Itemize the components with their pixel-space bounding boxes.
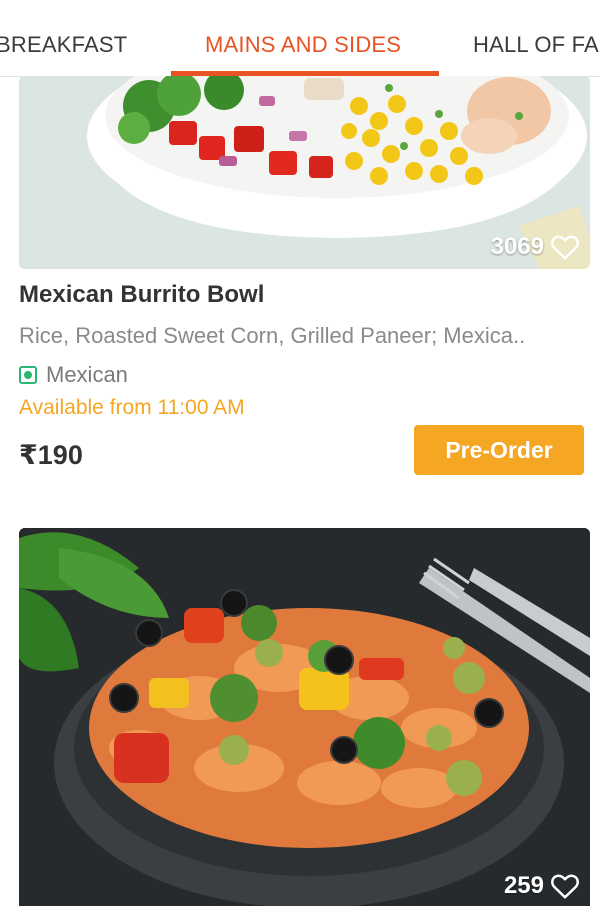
dish-title[interactable]: Mexican Burrito Bowl — [19, 281, 264, 309]
likes-counter[interactable]: 259 — [504, 872, 580, 900]
likes-count: 3069 — [490, 233, 544, 260]
pasta-illustration — [19, 528, 590, 906]
burrito-bowl-image[interactable]: 3069 — [19, 76, 590, 269]
tab-hall-of-fame[interactable]: HALL OF FA — [473, 32, 599, 58]
tab-breakfast[interactable]: BREAKFAST — [0, 32, 127, 58]
heart-outline-icon[interactable] — [550, 872, 580, 900]
veg-indicator-icon — [19, 366, 37, 384]
availability-text: Available from 11:00 AM — [19, 396, 245, 419]
heart-outline-icon[interactable] — [550, 233, 580, 261]
cuisine-label: Mexican — [46, 362, 128, 387]
dish-price: ₹190 — [19, 440, 83, 470]
likes-counter[interactable]: 3069 — [491, 233, 580, 261]
likes-count: 259 — [503, 872, 544, 899]
dish-description: Rice, Roasted Sweet Corn, Grilled Paneer… — [19, 323, 526, 348]
tab-mains-and-sides[interactable]: MAINS AND SIDES — [205, 32, 401, 58]
pasta-image[interactable]: 259 — [19, 528, 590, 906]
category-tabs: BREAKFAST MAINS AND SIDES HALL OF FA — [0, 0, 600, 77]
pre-order-button[interactable]: Pre-Order — [414, 425, 584, 475]
dish-cuisine: Mexican — [19, 362, 128, 388]
